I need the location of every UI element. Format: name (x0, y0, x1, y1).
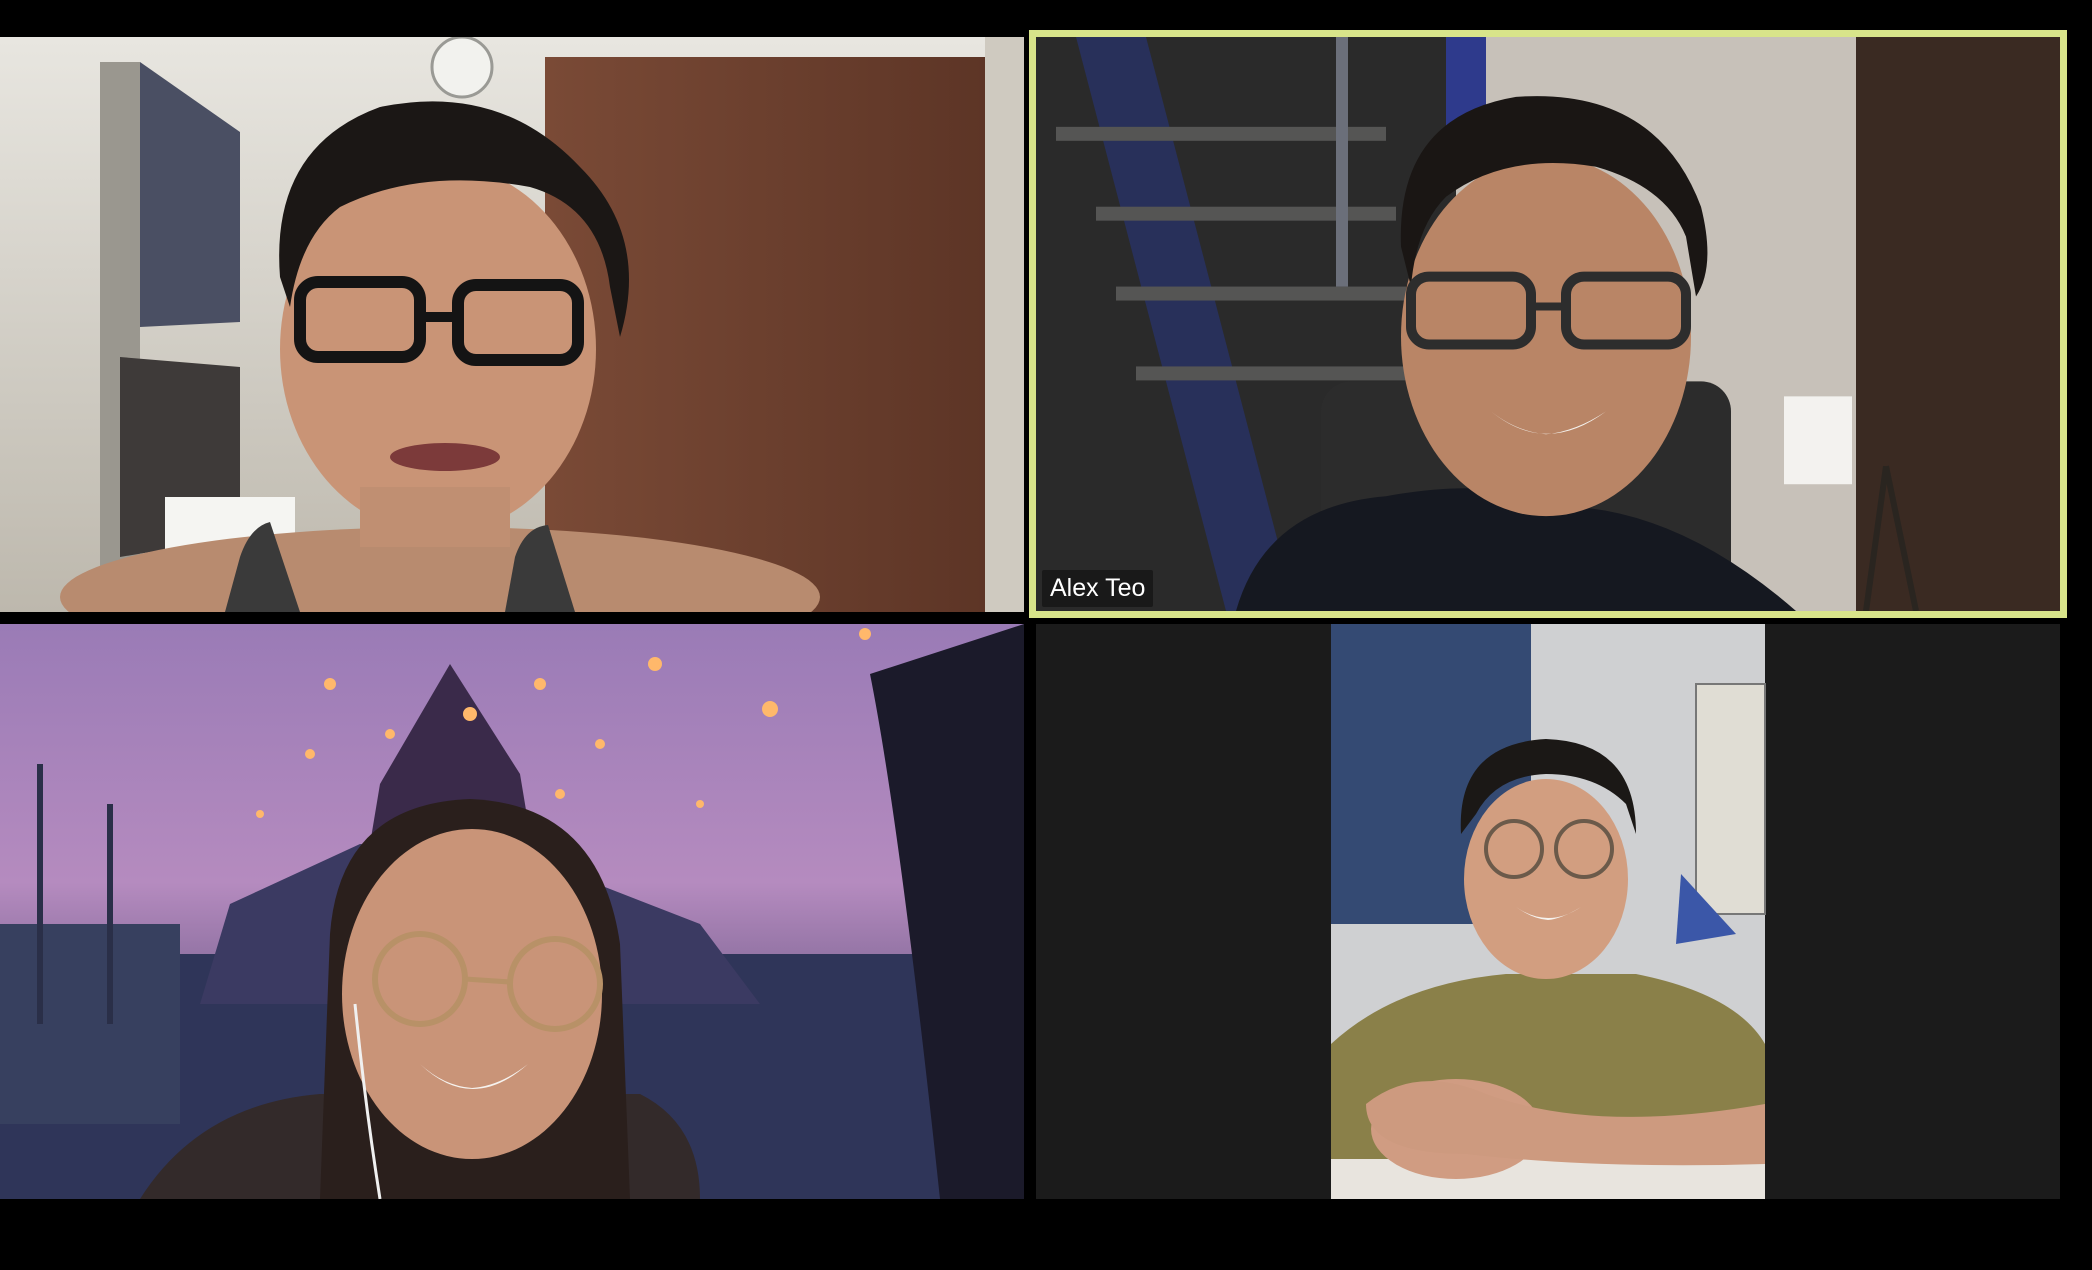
participant-video-feed (1036, 624, 2060, 1199)
participant-video-tile[interactable] (0, 37, 1024, 612)
participant-video-tile-active-speaker[interactable]: Alex Teo (1029, 30, 2067, 618)
participant-video-tile[interactable] (0, 624, 1024, 1199)
participant-name-label: Alex Teo (1042, 570, 1154, 607)
participant-video-feed (0, 37, 1024, 612)
meeting-gallery-view: Alex Teo (0, 0, 2092, 1270)
participant-video-feed (1036, 37, 2060, 611)
participant-video-tile[interactable] (1036, 624, 2060, 1199)
participant-video-feed (0, 624, 1024, 1199)
